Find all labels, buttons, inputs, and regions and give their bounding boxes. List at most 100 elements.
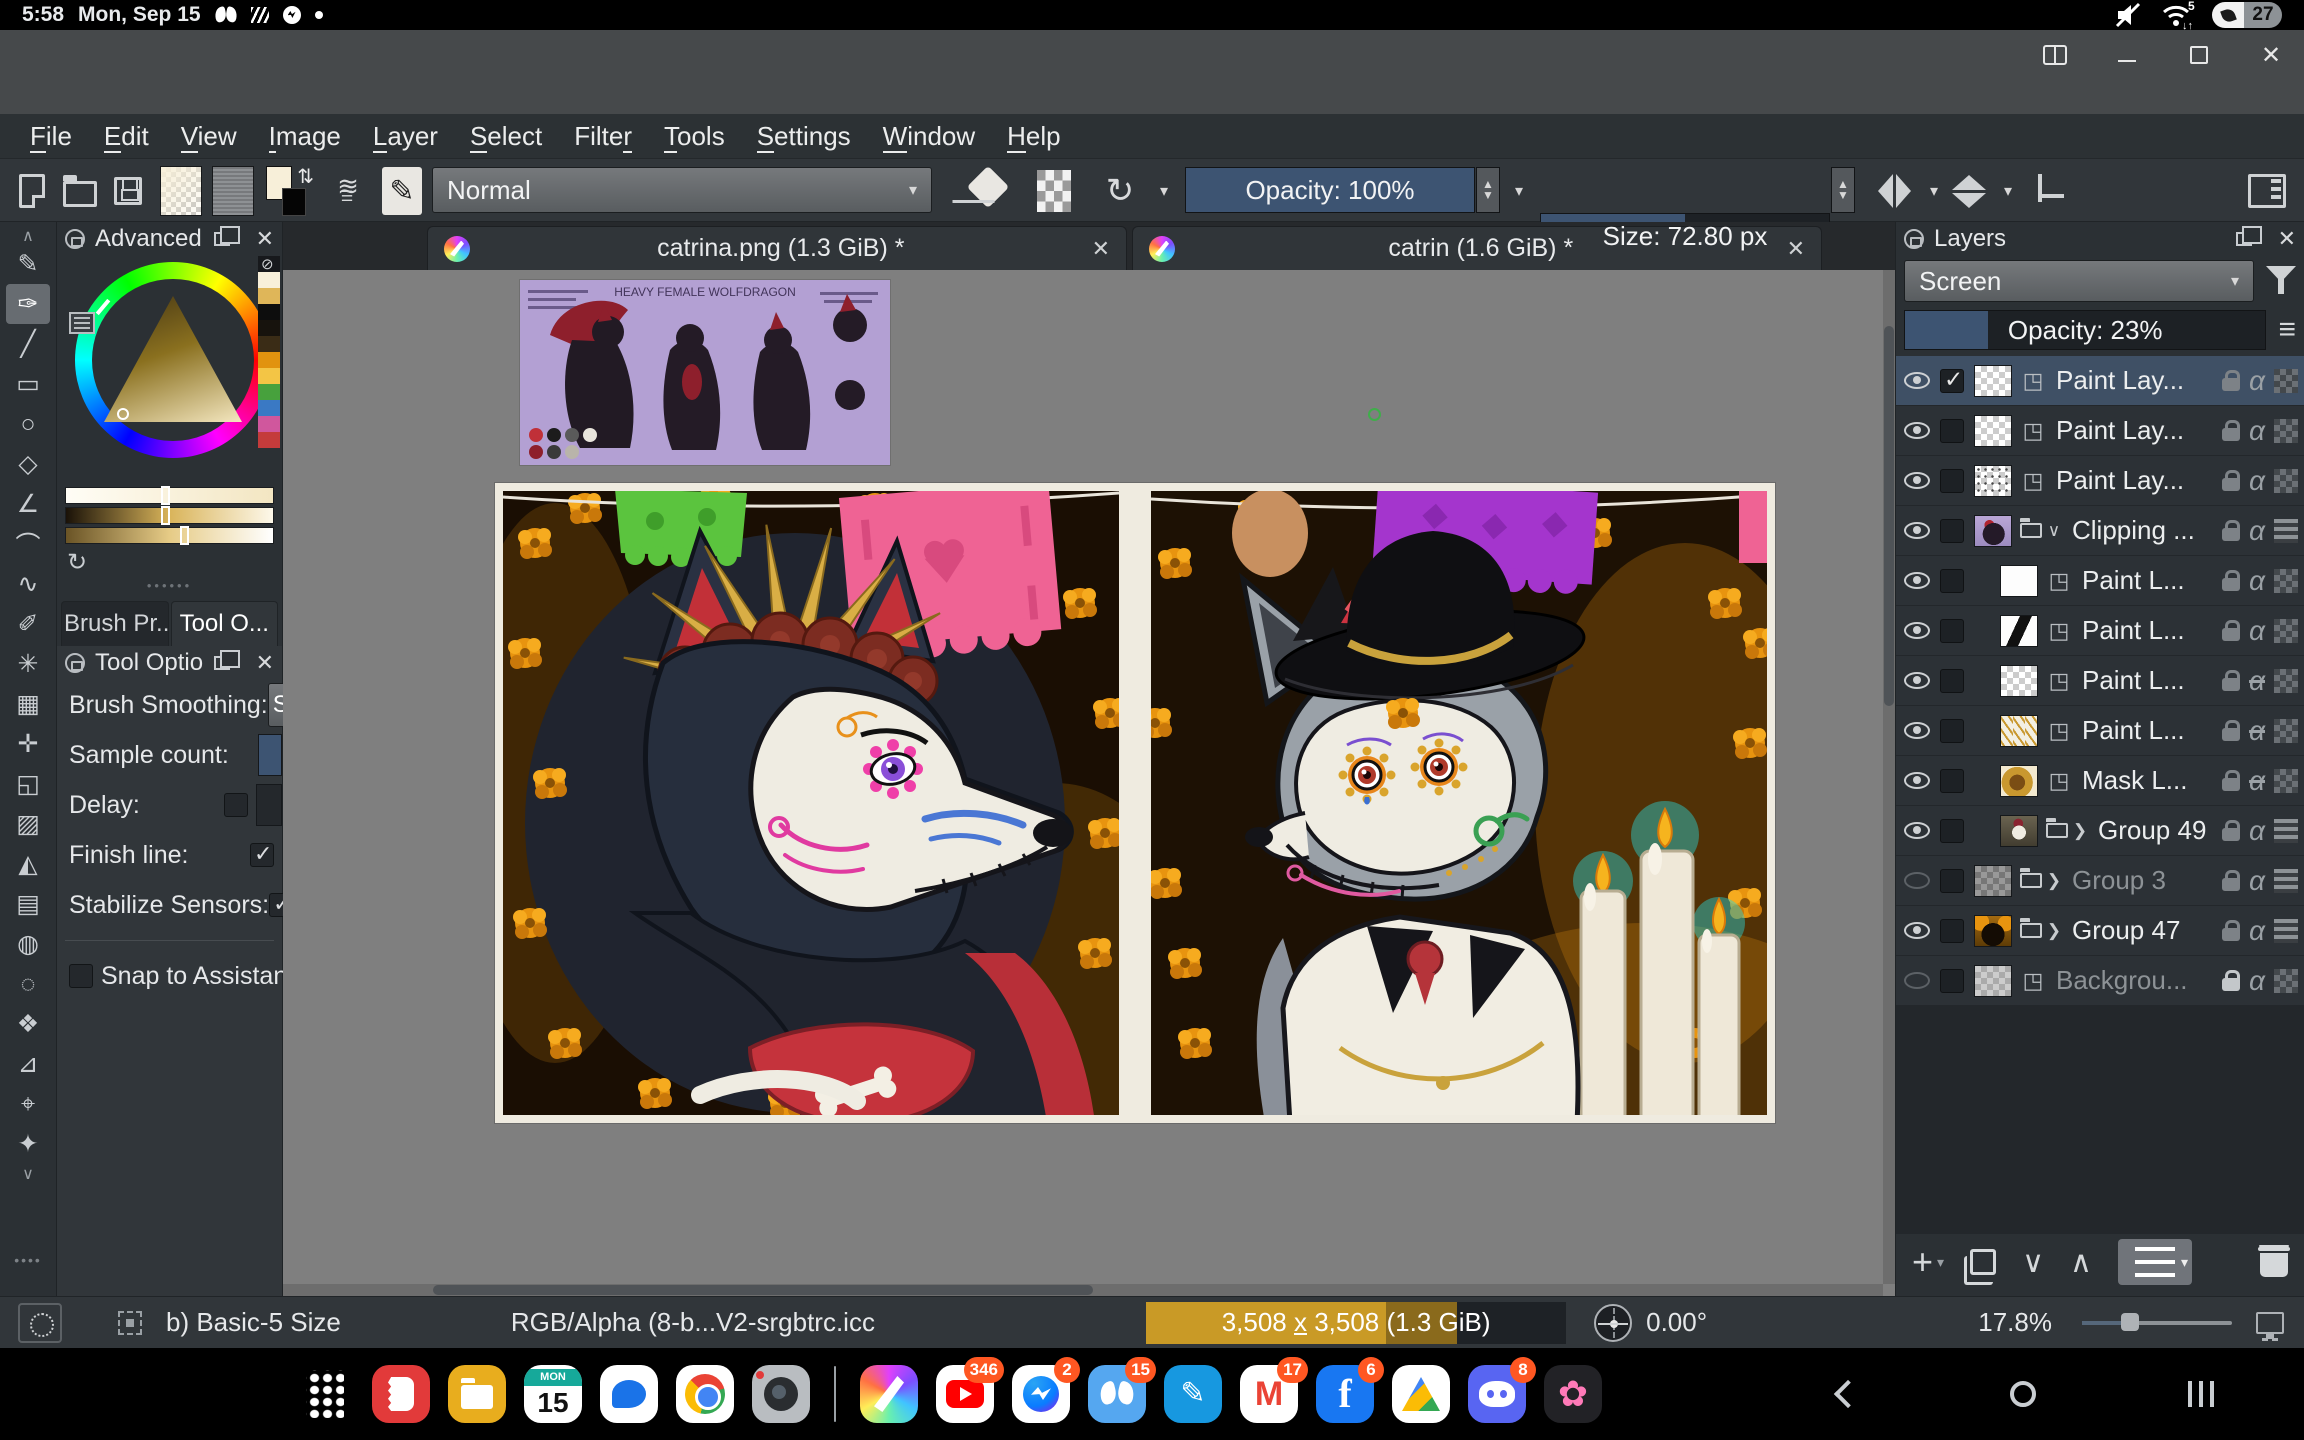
layer-row[interactable]: ◳ Paint L... α <box>1896 656 2304 705</box>
gmail-app-icon[interactable]: M17 <box>1240 1365 1298 1423</box>
new-document-button[interactable] <box>12 167 52 215</box>
swap-colors-icon[interactable]: ⇅ <box>297 164 314 189</box>
canvas-rotation-icon[interactable] <box>1594 1304 1632 1342</box>
edit-shapes-tool[interactable]: ✎ <box>6 244 50 284</box>
transform-tool[interactable]: ▦ <box>6 684 50 724</box>
open-document-button[interactable] <box>58 167 102 215</box>
pattern-chooser[interactable] <box>212 167 254 215</box>
docker-lock-icon[interactable] <box>65 229 85 249</box>
layer-checkbox[interactable] <box>1940 769 1964 793</box>
minimize-button[interactable] <box>2112 40 2142 70</box>
layer-checkbox[interactable] <box>1940 619 1964 643</box>
reference-image-layer[interactable]: HEAVY FEMALE WOLFDRAGON <box>520 280 890 465</box>
layer-expand-chevron[interactable]: ❯ <box>2044 921 2064 941</box>
layer-row[interactable]: ❯ Group 47 α <box>1896 906 2304 955</box>
layer-expand-chevron[interactable]: ❯ <box>2070 821 2090 841</box>
nav-recents-button[interactable] <box>2188 1381 2214 1407</box>
history-swatch-5[interactable] <box>258 352 280 368</box>
eraser-mode-button[interactable] <box>966 167 1010 215</box>
layer-alpha-icon[interactable]: α <box>2249 917 2265 945</box>
move-tool[interactable]: ✛ <box>6 724 50 764</box>
layer-visibility-eye-icon[interactable] <box>1904 822 1930 839</box>
fit-to-screen-icon[interactable] <box>2256 1312 2284 1334</box>
menu-file[interactable]: File <box>14 121 88 152</box>
color-profile[interactable]: RGB/Alpha (8-b...V2-srgbtrc.icc <box>511 1307 875 1338</box>
layer-options-menu-icon[interactable]: ≡ <box>2278 315 2296 345</box>
no-color-swatch[interactable] <box>258 256 280 272</box>
docker-resize-handle[interactable]: •••••• <box>57 581 282 595</box>
canvas-viewport[interactable]: HEAVY FEMALE WOLFDRAGON <box>283 270 1895 1296</box>
layer-row[interactable]: ◳ Paint L... α <box>1896 556 2304 605</box>
layer-properties-button[interactable] <box>2118 1239 2192 1285</box>
mirror-horizontal-button[interactable] <box>1878 167 1911 215</box>
menu-image[interactable]: Image <box>253 121 357 152</box>
menu-help[interactable]: Help <box>991 121 1076 152</box>
ellipse-tool[interactable]: ○ <box>6 404 50 444</box>
finish-line-checkbox[interactable] <box>250 843 274 867</box>
pattern-edit-tool[interactable]: ▤ <box>6 884 50 924</box>
delay-checkbox[interactable] <box>224 793 248 817</box>
layer-lock-icon[interactable] <box>2222 728 2240 741</box>
layer-lock-icon[interactable] <box>2222 978 2240 991</box>
layer-checkbox[interactable] <box>1940 369 1964 393</box>
docker-lock-icon[interactable] <box>1904 229 1924 249</box>
toolbox-scroll-down[interactable]: ∨ <box>22 1164 34 1182</box>
brush-editor-button[interactable]: ✎ <box>382 167 422 215</box>
duplicate-layer-button[interactable] <box>1970 1249 1996 1275</box>
measure-tool[interactable]: ⌖ <box>6 1084 50 1124</box>
selection-display-icon[interactable] <box>18 1303 62 1343</box>
layer-checkbox[interactable] <box>1940 719 1964 743</box>
choose-workspace-button[interactable] <box>2248 167 2286 215</box>
opacity-slider[interactable]: Opacity: 100% <box>1185 167 1475 213</box>
trim-to-image-button[interactable] <box>2030 167 2064 215</box>
nav-back-button[interactable] <box>1834 1380 1862 1408</box>
lightness-strip-2[interactable] <box>65 507 274 524</box>
dynamic-brush-tool[interactable]: ✐ <box>6 604 50 644</box>
layer-checkbox[interactable] <box>1940 819 1964 843</box>
layer-row[interactable]: ◳ Backgrou... α <box>1896 956 2304 1005</box>
canvas-vertical-scrollbar[interactable] <box>1883 270 1895 1284</box>
layer-lock-icon[interactable] <box>2222 428 2240 441</box>
camera-app-icon[interactable] <box>752 1365 810 1423</box>
float-docker-icon[interactable] <box>214 232 230 246</box>
menu-layer[interactable]: Layer <box>357 121 454 152</box>
selection-mode-icon[interactable] <box>118 1311 142 1335</box>
discord-app-icon[interactable]: 8 <box>1468 1365 1526 1423</box>
layer-alpha-icon[interactable]: α <box>2249 417 2265 445</box>
history-swatch-8[interactable] <box>258 400 280 416</box>
layer-visibility-eye-icon[interactable] <box>1904 722 1930 739</box>
nav-home-button[interactable] <box>2010 1381 2036 1407</box>
layer-alpha-icon[interactable]: α <box>2249 367 2265 395</box>
layer-alpha-icon[interactable]: α <box>2249 717 2265 745</box>
tab-tool-options[interactable]: Tool O... <box>171 601 279 646</box>
google-messages-app-icon[interactable] <box>600 1365 658 1423</box>
layer-row[interactable]: ∨ Clipping ... α <box>1896 506 2304 555</box>
menu-settings[interactable]: Settings <box>741 121 867 152</box>
history-swatch-1[interactable] <box>258 288 280 304</box>
layer-visibility-eye-icon[interactable] <box>1904 472 1930 489</box>
layer-checkbox[interactable] <box>1940 519 1964 543</box>
layer-alpha-icon[interactable]: α <box>2249 567 2265 595</box>
menu-filter[interactable]: Filter <box>558 121 648 152</box>
color-picker-handle[interactable] <box>117 408 129 420</box>
calendar-app-icon[interactable]: MON15 <box>524 1365 582 1423</box>
blending-mode-dropdown[interactable]: Normal▾ <box>432 167 932 213</box>
mirror-horizontal-dropdown[interactable]: ▾ <box>1922 167 1938 215</box>
layer-lock-icon[interactable] <box>2222 678 2240 691</box>
menu-tools[interactable]: Tools <box>648 121 741 152</box>
history-swatch-3[interactable] <box>258 320 280 336</box>
maximize-button[interactable] <box>2184 40 2214 70</box>
google-drive-app-icon[interactable] <box>1392 1365 1450 1423</box>
layer-row[interactable]: ◳ Paint Lay... α <box>1896 456 2304 505</box>
fill-tool[interactable]: ◍ <box>6 924 50 964</box>
canvas-artwork[interactable] <box>495 483 1775 1123</box>
layer-checkbox[interactable] <box>1940 669 1964 693</box>
sample-count-slider[interactable] <box>258 734 282 776</box>
color-wheel[interactable] <box>57 256 282 484</box>
layer-checkbox[interactable] <box>1940 469 1964 493</box>
samsung-notes-app-icon[interactable] <box>372 1365 430 1423</box>
messenger-app-icon[interactable]: 2 <box>1012 1365 1070 1423</box>
menu-select[interactable]: Select <box>454 121 558 152</box>
history-swatch-9[interactable] <box>258 416 280 432</box>
freehand-brush-tool[interactable]: ✑ <box>6 284 50 324</box>
